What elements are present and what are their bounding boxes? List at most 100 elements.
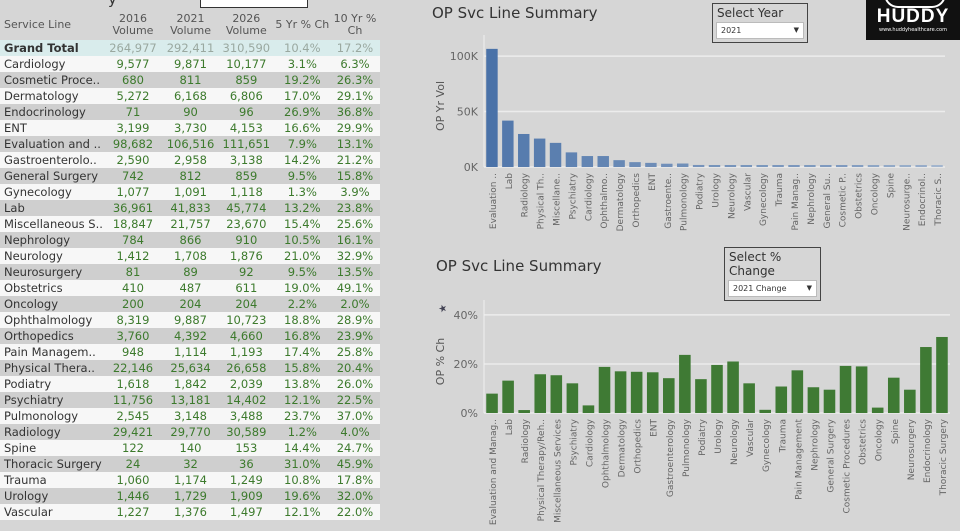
- col-header-10yr[interactable]: 10 Yr % Ch: [330, 10, 380, 40]
- bar[interactable]: [791, 370, 804, 413]
- bar[interactable]: [788, 165, 800, 167]
- sort-star-icon[interactable]: ★: [438, 304, 449, 313]
- table-row[interactable]: Lab 36,961 41,833 45,774 13.2% 23.8%: [0, 200, 380, 216]
- bar[interactable]: [566, 383, 579, 413]
- table-row[interactable]: Cosmetic Proce.. 680 811 859 19.2% 26.3%: [0, 72, 380, 88]
- bar[interactable]: [597, 156, 609, 167]
- col-header-2016[interactable]: 2016 Volume: [103, 10, 163, 40]
- bar[interactable]: [502, 120, 514, 167]
- table-row[interactable]: Neurology 1,412 1,708 1,876 21.0% 32.9%: [0, 248, 380, 264]
- bar[interactable]: [823, 389, 836, 413]
- bar[interactable]: [695, 379, 707, 413]
- table-row[interactable]: Podiatry 1,618 1,842 2,039 13.8% 26.0%: [0, 376, 380, 392]
- bar[interactable]: [663, 378, 675, 413]
- bar[interactable]: [486, 48, 498, 167]
- col-header-2026[interactable]: 2026 Volume: [218, 10, 275, 40]
- bar[interactable]: [711, 364, 723, 413]
- bar[interactable]: [936, 336, 948, 413]
- bar[interactable]: [598, 366, 611, 413]
- bar[interactable]: [518, 410, 530, 413]
- bar[interactable]: [724, 165, 737, 167]
- table-row[interactable]: Evaluation and .. 98,682 106,516 111,651 7.9…: [0, 136, 380, 152]
- table-row[interactable]: Dermatology 5,272 6,168 6,806 17.0% 29.1%: [0, 88, 380, 104]
- bar[interactable]: [756, 165, 768, 167]
- grand-total-row[interactable]: Grand Total 264,977 292,411 310,590 10.4…: [0, 40, 380, 56]
- bar[interactable]: [613, 160, 625, 167]
- table-row[interactable]: Psychiatry 11,756 13,181 14,402 12.1% 22.5%: [0, 392, 380, 408]
- bar[interactable]: [692, 164, 705, 167]
- table-row[interactable]: Endocrinology 71 90 96 26.9% 36.8%: [0, 104, 380, 120]
- bar[interactable]: [679, 354, 691, 413]
- bar[interactable]: [904, 389, 916, 413]
- table-row[interactable]: Miscellaneous S.. 18,847 21,757 23,670 15.4%…: [0, 216, 380, 232]
- table-row[interactable]: Nephrology 784 866 910 10.5% 16.1%: [0, 232, 380, 248]
- table-row[interactable]: Gynecology 1,077 1,091 1,118 1.3% 3.9%: [0, 184, 380, 200]
- bar[interactable]: [759, 409, 771, 413]
- table-row[interactable]: General Surgery 742 812 859 9.5% 15.8%: [0, 168, 380, 184]
- bar[interactable]: [887, 377, 900, 413]
- table-row[interactable]: Spine 122 140 153 14.4% 24.7%: [0, 440, 380, 456]
- bar[interactable]: [502, 380, 514, 413]
- cell-5yr: 31.0%: [274, 456, 330, 472]
- table-row[interactable]: Pain Managem.. 948 1,114 1,193 17.4% 25.8%: [0, 344, 380, 360]
- table-row[interactable]: Urology 1,446 1,729 1,909 19.6% 32.0%: [0, 488, 380, 504]
- table-row[interactable]: Gastroenterolo.. 2,590 2,958 3,138 14.2% 21.2…: [0, 152, 380, 168]
- table-row[interactable]: Cardiology 9,577 9,871 10,177 3.1% 6.3%: [0, 56, 380, 72]
- bar[interactable]: [743, 383, 755, 413]
- bar[interactable]: [883, 165, 896, 167]
- bar[interactable]: [614, 371, 627, 413]
- table-row[interactable]: Physical Thera.. 22,146 25,634 26,658 15.8% 2…: [0, 360, 380, 376]
- bar[interactable]: [727, 361, 739, 414]
- cell-10yr: 17.2%: [329, 40, 380, 56]
- table-row[interactable]: Neurosurgery 81 89 92 9.5% 13.5%: [0, 264, 380, 280]
- bar[interactable]: [915, 165, 927, 167]
- x-tick-label: Endocrinology: [923, 418, 933, 483]
- bar[interactable]: [931, 165, 943, 167]
- bar[interactable]: [899, 165, 911, 167]
- table-row[interactable]: Thoracic Surgery 24 32 36 31.0% 45.9%: [0, 456, 380, 472]
- bar[interactable]: [581, 156, 594, 167]
- bar[interactable]: [855, 366, 868, 413]
- bar[interactable]: [775, 386, 788, 413]
- bar[interactable]: [804, 165, 816, 167]
- table-row[interactable]: Orthopedics 3,760 4,392 4,660 16.8% 23.9%: [0, 328, 380, 344]
- bar[interactable]: [646, 372, 659, 413]
- bar[interactable]: [533, 138, 546, 167]
- col-header-service-line[interactable]: Service Line: [0, 10, 103, 40]
- bar[interactable]: [549, 142, 562, 167]
- bar[interactable]: [820, 165, 832, 167]
- bar[interactable]: [645, 162, 657, 167]
- bar[interactable]: [839, 365, 852, 413]
- bar[interactable]: [676, 163, 689, 167]
- top-left-filter-box[interactable]: [200, 0, 308, 8]
- bar[interactable]: [630, 371, 643, 413]
- bar[interactable]: [550, 375, 563, 413]
- col-header-5yr[interactable]: 5 Yr % Ch: [275, 10, 330, 40]
- cell-name: Vascular: [0, 504, 103, 520]
- table-row[interactable]: Ophthalmology 8,319 9,887 10,723 18.8% 28.9%: [0, 312, 380, 328]
- bar[interactable]: [534, 374, 547, 413]
- bar[interactable]: [867, 165, 880, 167]
- table-row[interactable]: Pulmonology 2,545 3,148 3,488 23.7% 37.0%: [0, 408, 380, 424]
- col-header-2021[interactable]: 2021 Volume: [163, 10, 218, 40]
- bar[interactable]: [582, 405, 595, 413]
- bar[interactable]: [807, 387, 820, 413]
- bar[interactable]: [565, 152, 578, 167]
- bar[interactable]: [772, 165, 784, 167]
- table-row[interactable]: ENT 3,199 3,730 4,153 16.6% 29.9%: [0, 120, 380, 136]
- bar[interactable]: [835, 165, 848, 167]
- bar[interactable]: [708, 165, 721, 167]
- bar[interactable]: [629, 162, 641, 167]
- bar[interactable]: [851, 165, 864, 167]
- table-row[interactable]: Oncology 200 204 204 2.2% 2.0%: [0, 296, 380, 312]
- bar[interactable]: [871, 407, 884, 413]
- bar[interactable]: [740, 165, 753, 167]
- table-row[interactable]: Radiology 29,421 29,770 30,589 1.2% 4.0%: [0, 424, 380, 440]
- table-row[interactable]: Vascular 1,227 1,376 1,497 12.1% 22.0%: [0, 504, 380, 520]
- bar[interactable]: [920, 347, 932, 413]
- bar[interactable]: [661, 163, 673, 167]
- table-row[interactable]: Obstetrics 410 487 611 19.0% 49.1%: [0, 280, 380, 296]
- table-row[interactable]: Trauma 1,060 1,174 1,249 10.8% 17.8%: [0, 472, 380, 488]
- bar[interactable]: [518, 133, 530, 167]
- bar[interactable]: [486, 393, 498, 413]
